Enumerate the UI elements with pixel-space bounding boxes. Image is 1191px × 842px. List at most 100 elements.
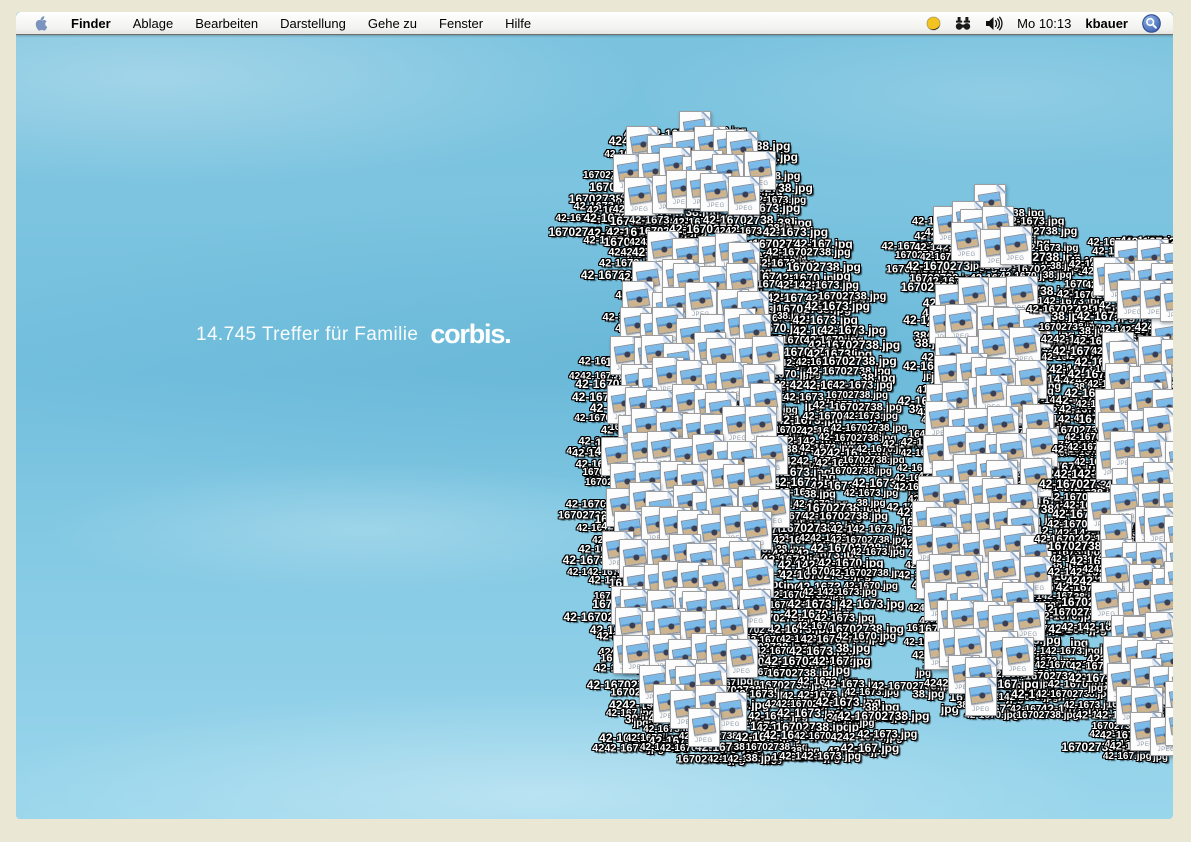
photo-thumbnail bbox=[949, 311, 973, 331]
photo-thumbnail bbox=[625, 643, 649, 663]
file-icon[interactable]: JPEG bbox=[728, 176, 760, 215]
caption-text: 14.745 Treffer für Familie bbox=[196, 324, 418, 346]
desktop: FinderAblageBearbeitenDarstellungGehe zu… bbox=[16, 12, 1173, 819]
photo-thumbnail bbox=[704, 180, 728, 200]
file-label[interactable]: 42-1673.jpg bbox=[843, 412, 897, 422]
photo-thumbnail bbox=[1168, 523, 1173, 543]
file-type-label: JPEG bbox=[625, 207, 655, 213]
photo-thumbnail bbox=[1016, 609, 1040, 629]
menu-item-hilfe[interactable]: Hilfe bbox=[494, 14, 542, 33]
file-label[interactable]: 42-142-1673.jpg bbox=[779, 752, 861, 763]
file-label[interactable]: 42-16702738.jpg bbox=[830, 569, 907, 579]
wallpaper-caption: 14.745 Treffer für Familie corbis. bbox=[196, 318, 510, 352]
file-type-label: JPEG bbox=[701, 203, 731, 209]
file-icon[interactable]: JPEG bbox=[951, 222, 983, 261]
file-type-label: JPEG bbox=[729, 206, 759, 212]
file-label[interactable]: jpg bbox=[832, 664, 850, 676]
file-icon[interactable]: JPEG bbox=[715, 692, 747, 731]
file-label[interactable]: 38.jpg bbox=[836, 642, 871, 654]
menu-item-finder[interactable]: Finder bbox=[60, 14, 122, 33]
menu-item-bearbeiten[interactable]: Bearbeiten bbox=[184, 14, 269, 33]
file-label[interactable]: jpg bbox=[859, 719, 874, 729]
photo-thumbnail bbox=[730, 270, 754, 290]
photo-thumbnail bbox=[1013, 334, 1037, 354]
file-label[interactable]: 38.jpg bbox=[913, 689, 945, 700]
apple-menu-icon[interactable] bbox=[26, 15, 60, 32]
file-type-label: JPEG bbox=[716, 722, 746, 728]
file-label[interactable]: 16702738.jpg bbox=[1016, 711, 1078, 721]
photo-thumbnail bbox=[1168, 689, 1173, 709]
file-icon[interactable]: JPEG bbox=[965, 677, 997, 716]
photo-thumbnail bbox=[1010, 283, 1034, 303]
file-label[interactable]: jpg bbox=[1088, 684, 1103, 694]
menu-left: FinderAblageBearbeitenDarstellungGehe zu… bbox=[26, 15, 542, 32]
file-icon[interactable]: JPEG bbox=[1000, 226, 1032, 265]
photo-thumbnail bbox=[1169, 714, 1173, 734]
photo-thumbnail bbox=[749, 414, 773, 434]
photo-thumbnail bbox=[1024, 564, 1048, 584]
photo-thumbnail bbox=[1003, 233, 1027, 253]
menu-item-fenster[interactable]: Fenster bbox=[428, 14, 494, 33]
file-icon[interactable]: JPEG bbox=[1160, 283, 1173, 322]
menu-bar: FinderAblageBearbeitenDarstellungGehe zu… bbox=[16, 12, 1173, 35]
speaker-icon[interactable] bbox=[985, 16, 1003, 31]
photo-thumbnail bbox=[955, 230, 979, 250]
photo-thumbnail bbox=[1135, 694, 1159, 714]
photo-thumbnail bbox=[1148, 619, 1172, 639]
file-icon[interactable]: JPEG bbox=[1165, 707, 1173, 746]
photo-thumbnail bbox=[936, 535, 960, 555]
photo-thumbnail bbox=[692, 716, 716, 736]
file-icon[interactable]: JPEG bbox=[688, 708, 720, 747]
photo-thumbnail bbox=[955, 563, 979, 583]
file-type-label: JPEG bbox=[966, 707, 996, 713]
menu-item-ablage[interactable]: Ablage bbox=[122, 14, 184, 33]
photo-thumbnail bbox=[969, 684, 993, 704]
file-icon[interactable]: JPEG bbox=[1002, 637, 1034, 676]
menu-extra-ball-icon[interactable] bbox=[926, 16, 941, 31]
photo-thumbnail bbox=[992, 558, 1016, 578]
photo-thumbnail bbox=[618, 614, 642, 634]
menu-clock[interactable]: Mo 10:13 bbox=[1017, 16, 1071, 31]
menu-item-darstellung[interactable]: Darstellung bbox=[269, 14, 357, 33]
file-type-label: JPEG bbox=[952, 252, 982, 258]
file-label[interactable]: 16702738.jpg bbox=[842, 456, 904, 466]
photo-thumbnail bbox=[605, 445, 629, 465]
photo-thumbnail bbox=[980, 383, 1004, 403]
menu-user[interactable]: kbauer bbox=[1085, 16, 1128, 31]
photo-thumbnail bbox=[732, 183, 756, 203]
menu-items: FinderAblageBearbeitenDarstellungGehe zu… bbox=[60, 16, 542, 31]
photo-thumbnail bbox=[719, 699, 743, 719]
search-icon[interactable] bbox=[1142, 14, 1161, 33]
file-type-label: JPEG bbox=[1003, 667, 1033, 673]
binoculars-icon[interactable] bbox=[955, 16, 971, 31]
icon-collage: 42-142-1673.jpg38.jpg42-1670.jpg4242-167… bbox=[16, 12, 1173, 819]
photo-thumbnail bbox=[991, 413, 1015, 433]
file-type-label: JPEG bbox=[689, 738, 719, 744]
file-icon[interactable]: JPEG bbox=[700, 173, 732, 212]
photo-thumbnail bbox=[756, 343, 780, 363]
file-label[interactable]: 42-1673.jpg bbox=[805, 300, 870, 312]
photo-thumbnail bbox=[1164, 291, 1173, 311]
file-type-label: JPEG bbox=[1161, 313, 1173, 319]
photo-thumbnail bbox=[962, 285, 986, 305]
file-type-label: JPEG bbox=[727, 669, 757, 675]
file-type-label: JPEG bbox=[1151, 747, 1173, 753]
photo-thumbnail bbox=[627, 185, 651, 205]
photo-thumbnail bbox=[748, 465, 772, 485]
file-icon[interactable]: JPEG bbox=[624, 177, 656, 216]
file-type-label: JPEG bbox=[1001, 256, 1031, 262]
file-label[interactable]: 38.jpg bbox=[857, 499, 886, 509]
menu-item-gehe-zu[interactable]: Gehe zu bbox=[357, 14, 428, 33]
photo-thumbnail bbox=[689, 289, 713, 309]
menu-status-area: Mo 10:13 kbauer bbox=[926, 14, 1163, 33]
photo-thumbnail bbox=[958, 635, 982, 655]
photo-thumbnail bbox=[746, 566, 770, 586]
photo-thumbnail bbox=[1006, 644, 1030, 664]
photo-thumbnail bbox=[1154, 591, 1173, 611]
file-label[interactable]: 42-1673.jpg bbox=[857, 730, 917, 741]
file-label[interactable]: 42-167.jpg bbox=[1103, 752, 1152, 762]
photo-thumbnail bbox=[729, 646, 753, 666]
corbis-logo: corbis. bbox=[430, 319, 510, 350]
photo-thumbnail bbox=[1095, 590, 1119, 610]
file-icon[interactable]: JPEG bbox=[726, 639, 758, 678]
